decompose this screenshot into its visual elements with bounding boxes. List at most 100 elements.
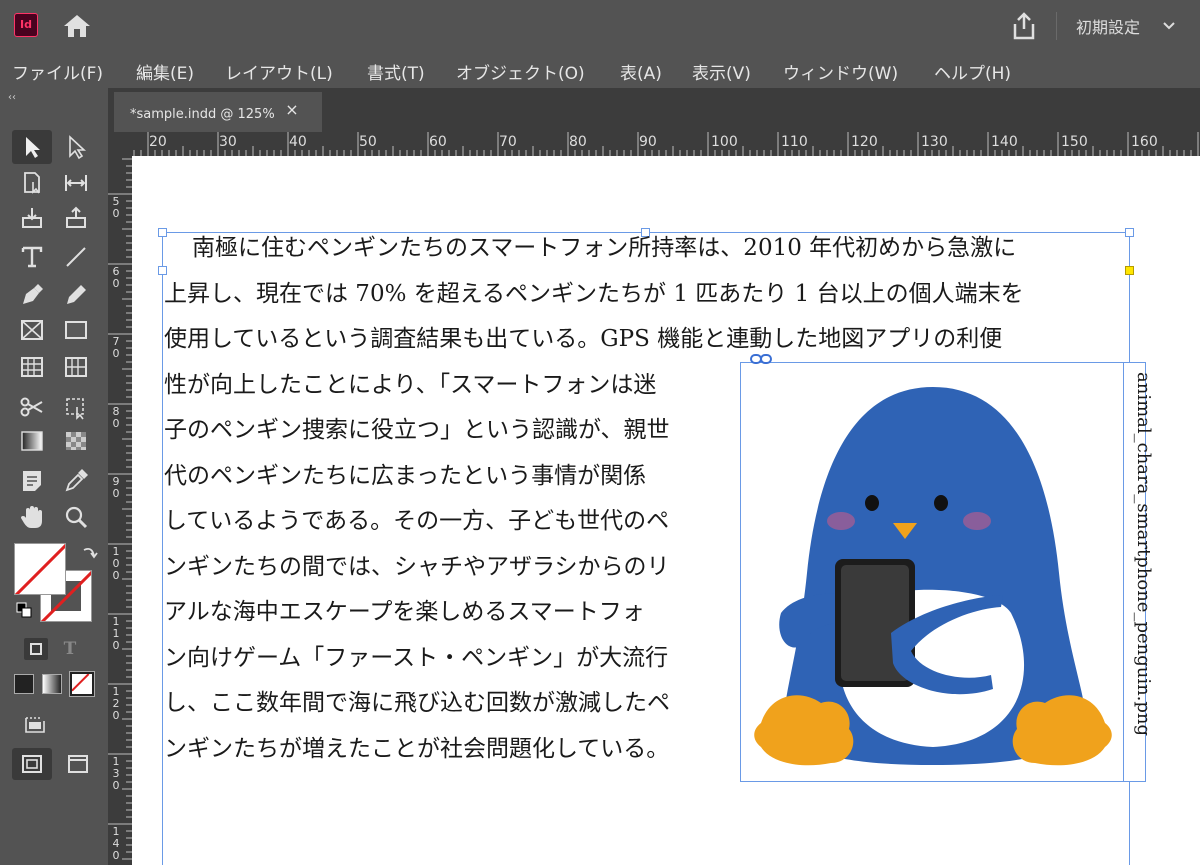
ruler-label: 110 bbox=[112, 615, 120, 652]
content-placer-icon[interactable] bbox=[56, 201, 96, 235]
text-line: 南極に住むペンギンたちのスマートフォン所持率は、2010 年代初めから急激に bbox=[192, 235, 1017, 261]
line-tool-icon[interactable] bbox=[56, 240, 96, 274]
ruler-label: 90 bbox=[112, 475, 120, 500]
ruler-label: 130 bbox=[921, 134, 948, 150]
chevron-down-icon[interactable] bbox=[1162, 18, 1176, 32]
menu-edit[interactable]: 編集(E) bbox=[136, 59, 194, 84]
document-canvas[interactable]: 南極に住むペンギンたちのスマートフォン所持率は、2010 年代初めから急激に 上… bbox=[132, 156, 1200, 865]
document-tab-bar: *sample.indd @ 125% × bbox=[108, 88, 1200, 132]
formatting-container-icon[interactable] bbox=[24, 638, 48, 660]
apply-gradient-icon[interactable] bbox=[42, 674, 62, 694]
title-bar: Id 初期設定 bbox=[0, 0, 1200, 52]
menu-window[interactable]: ウィンドウ(W) bbox=[783, 59, 898, 84]
menu-bar: ファイル(F) 編集(E) レイアウト(L) 書式(T) オブジェクト(O) 表… bbox=[0, 52, 1200, 88]
text-line: 性が向上したことにより、「スマートフォンは迷 bbox=[164, 371, 657, 398]
screen-mode-normal-icon[interactable] bbox=[12, 748, 52, 780]
gradient-feather-tool-icon[interactable] bbox=[56, 424, 96, 458]
rectangle-frame-tool-icon[interactable] bbox=[12, 313, 52, 347]
hand-tool-icon[interactable] bbox=[12, 500, 52, 534]
vertical-grid-tool-icon[interactable] bbox=[56, 350, 96, 384]
content-collector-icon[interactable] bbox=[12, 201, 52, 235]
ruler-label: 30 bbox=[219, 134, 237, 150]
link-icon[interactable] bbox=[750, 351, 772, 365]
ruler-label: 150 bbox=[1061, 134, 1088, 150]
menu-type[interactable]: 書式(T) bbox=[367, 59, 425, 84]
collapse-panel-icon[interactable]: ‹‹ bbox=[8, 92, 16, 103]
home-icon[interactable] bbox=[62, 12, 92, 40]
ruler-label: 100 bbox=[112, 545, 120, 582]
text-line: 子のペンギン捜索に役立つ」という認識が、親世 bbox=[164, 417, 670, 443]
text-line: ンギンたちの間では、シャチやアザラシからのリ bbox=[164, 553, 670, 580]
text-line: アルな海中エスケープを楽しめるスマートフォ bbox=[164, 599, 645, 625]
text-line: 代のペンギンたちに広まったという事情が関係 bbox=[164, 462, 647, 489]
swap-fill-stroke-icon[interactable] bbox=[80, 544, 98, 562]
ruler-label: 80 bbox=[569, 134, 587, 150]
apply-color-icon[interactable] bbox=[14, 674, 34, 694]
menu-file[interactable]: ファイル(F) bbox=[12, 59, 103, 84]
selection-tool-icon[interactable] bbox=[12, 130, 52, 164]
text-line: 使用しているという調査結果も出ている。GPS 機能と連動した地図アプリの利便 bbox=[164, 326, 1003, 352]
document-tab[interactable]: *sample.indd @ 125% × bbox=[114, 92, 322, 132]
ruler-label: 130 bbox=[112, 755, 120, 792]
apply-none-icon[interactable] bbox=[69, 671, 95, 697]
ruler-label: 120 bbox=[851, 134, 878, 150]
menu-table[interactable]: 表(A) bbox=[620, 59, 662, 84]
ruler-label: 70 bbox=[112, 335, 120, 360]
ruler-label: 20 bbox=[149, 134, 167, 150]
document-tab-label: *sample.indd @ 125% bbox=[130, 107, 275, 122]
screen-mode-preview-icon[interactable] bbox=[58, 748, 98, 780]
ruler-label: 50 bbox=[359, 134, 377, 150]
close-icon[interactable]: × bbox=[284, 102, 300, 118]
titlebar-divider bbox=[1056, 12, 1057, 40]
ruler-label: 110 bbox=[781, 134, 808, 150]
text-line: しているようである。その一方、子ども世代のペ bbox=[164, 508, 670, 534]
menu-layout[interactable]: レイアウト(L) bbox=[225, 59, 333, 84]
pencil-tool-icon[interactable] bbox=[56, 278, 96, 312]
workspace-switcher[interactable]: 初期設定 bbox=[1076, 14, 1140, 38]
image-caption: animal_chara_smartphone_penguin.png bbox=[1133, 372, 1154, 737]
ruler-label: 140 bbox=[112, 825, 120, 862]
eyedropper-tool-icon[interactable] bbox=[56, 464, 96, 498]
scissors-tool-icon[interactable] bbox=[12, 390, 52, 424]
default-fill-stroke-icon[interactable] bbox=[16, 602, 32, 618]
text-line: ンギンたちが増えたことが社会問題化している。 bbox=[164, 735, 670, 762]
ruler-label: 160 bbox=[1131, 134, 1158, 150]
ruler-origin[interactable] bbox=[108, 132, 132, 156]
text-line: し、ここ数年間で海に飛び込む回数が激減したペ bbox=[164, 690, 670, 716]
rectangle-tool-icon[interactable] bbox=[56, 313, 96, 347]
text-line: ン向けゲーム「ファースト・ペンギン」が大流行 bbox=[164, 644, 669, 671]
ruler-label: 140 bbox=[991, 134, 1018, 150]
ruler-label: 50 bbox=[112, 195, 120, 220]
menu-object[interactable]: オブジェクト(O) bbox=[456, 59, 585, 84]
ruler-label: 100 bbox=[711, 134, 738, 150]
share-icon[interactable] bbox=[1010, 11, 1038, 41]
direct-selection-tool-icon[interactable] bbox=[56, 130, 96, 164]
gap-tool-icon[interactable] bbox=[56, 166, 96, 200]
tools-panel: ‹‹ T bbox=[0, 88, 108, 865]
zoom-tool-icon[interactable] bbox=[56, 500, 96, 534]
menu-view[interactable]: 表示(V) bbox=[692, 59, 751, 84]
formatting-text-icon[interactable]: T bbox=[60, 638, 80, 660]
free-transform-tool-icon[interactable] bbox=[56, 390, 96, 424]
vertical-ruler[interactable]: 50 60 70 80 90 100 110 120 130 140 bbox=[108, 156, 132, 865]
ruler-label: 120 bbox=[112, 685, 120, 722]
page-tool-icon[interactable] bbox=[12, 166, 52, 200]
ruler-label: 70 bbox=[499, 134, 517, 150]
text-line: 上昇し、現在では 70% を超えるペンギンたちが 1 匹あたり 1 台以上の個人… bbox=[164, 280, 1024, 307]
pen-tool-icon[interactable] bbox=[12, 278, 52, 312]
fill-swatch[interactable] bbox=[14, 543, 66, 595]
image-content-border bbox=[740, 362, 1124, 782]
indesign-logo-icon: Id bbox=[14, 13, 38, 37]
view-mode-icon[interactable] bbox=[22, 712, 48, 736]
ruler-label: 90 bbox=[639, 134, 657, 150]
type-tool-icon[interactable] bbox=[12, 240, 52, 274]
ruler-label: 80 bbox=[112, 405, 120, 430]
horizontal-ruler[interactable]: 20 30 40 50 60 70 80 90 100 110 120 130 … bbox=[108, 132, 1200, 156]
ruler-label: 60 bbox=[112, 265, 120, 290]
ruler-label: 60 bbox=[429, 134, 447, 150]
note-tool-icon[interactable] bbox=[12, 464, 52, 498]
horizontal-grid-tool-icon[interactable] bbox=[12, 350, 52, 384]
menu-help[interactable]: ヘルプ(H) bbox=[934, 59, 1011, 84]
ruler-label: 40 bbox=[289, 134, 307, 150]
gradient-swatch-tool-icon[interactable] bbox=[12, 424, 52, 458]
